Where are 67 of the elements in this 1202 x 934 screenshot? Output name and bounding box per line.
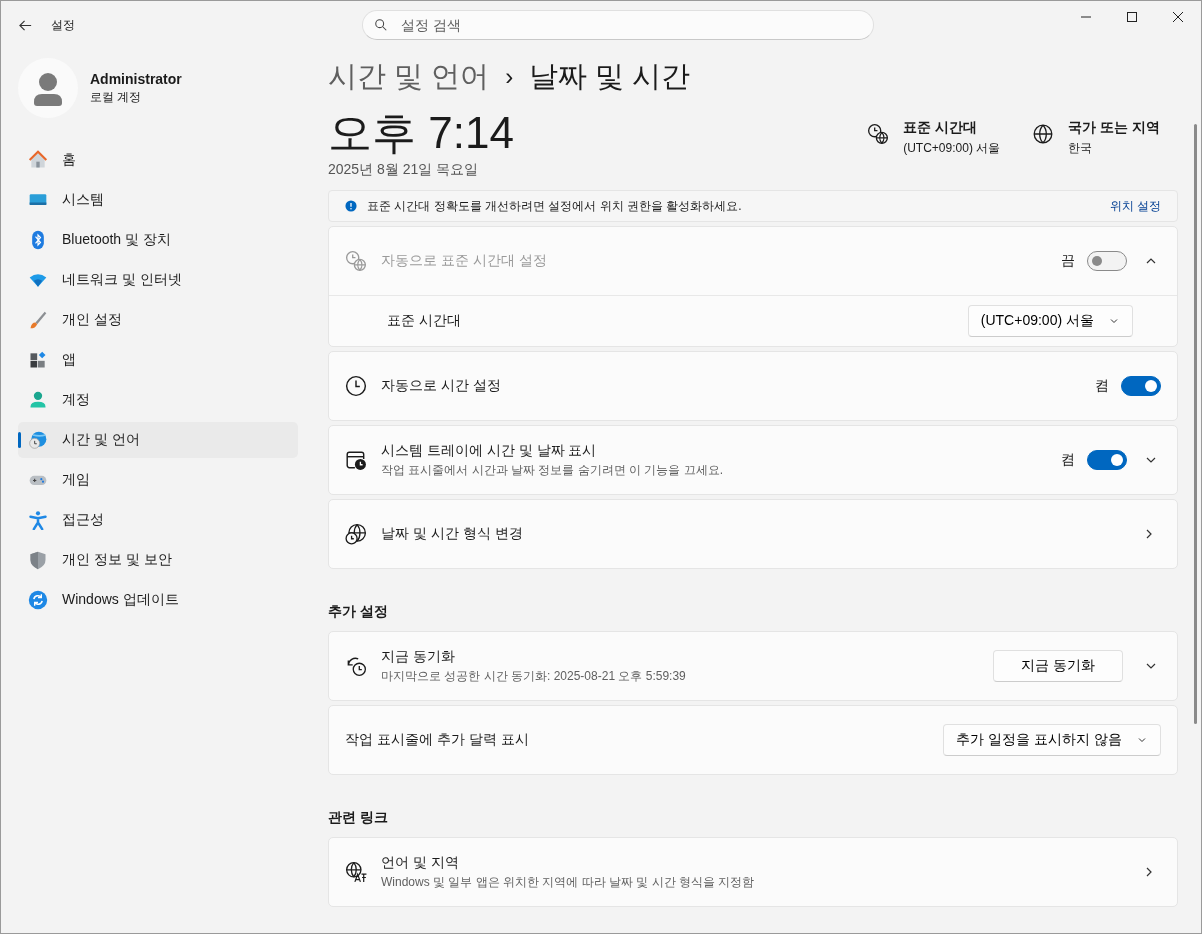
- clock-globe-icon: [867, 123, 890, 145]
- account-type: 로컬 계정: [90, 88, 143, 106]
- update-icon: [28, 590, 48, 610]
- toggle-state-label: 끔: [1061, 252, 1075, 270]
- info-title: 표준 시간대: [903, 119, 979, 137]
- toggle-switch[interactable]: [1121, 376, 1161, 396]
- search-field[interactable]: 설정 검색: [362, 10, 874, 40]
- setting-description: Windows 및 일부 앱은 위치한 지역에 따라 날짜 및 시간 형식을 지정함: [381, 873, 756, 891]
- language-icon: [345, 861, 367, 883]
- breadcrumb-link[interactable]: 시간 및 언어: [328, 57, 490, 97]
- info-value: (UTC+09:00) 서울: [903, 140, 1001, 157]
- current-time: 오후 7:14: [328, 107, 514, 159]
- window-title: 설정: [51, 16, 75, 34]
- section-heading: 관련 링크: [328, 809, 389, 827]
- nav-item[interactable]: 개인 정보 및 보안: [18, 542, 298, 578]
- setting-title: 자동으로 시간 설정: [381, 377, 502, 395]
- globe-clock-icon: [28, 430, 48, 450]
- nav-item[interactable]: 게임: [18, 462, 298, 498]
- breadcrumb-separator: ›: [505, 63, 514, 91]
- sync-clock-icon: [345, 655, 367, 677]
- house-icon: [28, 150, 48, 170]
- setting-title: 표준 시간대: [387, 312, 461, 330]
- nav-item[interactable]: 계정: [18, 382, 298, 418]
- sync-button[interactable]: 지금 동기화: [993, 650, 1123, 682]
- toggle-state-label: 켬: [1061, 451, 1075, 469]
- info-title: 국가 또는 지역: [1068, 119, 1160, 137]
- toggle-switch[interactable]: [1087, 450, 1127, 470]
- clock-icon: [345, 375, 367, 397]
- setting-title: 자동으로 표준 시간대 설정: [381, 252, 548, 270]
- setting-title: 날짜 및 시간 형식 변경: [381, 525, 524, 543]
- info-value: 한국: [1068, 140, 1094, 157]
- section-heading: 추가 설정: [328, 603, 389, 621]
- nav-item[interactable]: 시간 및 언어: [18, 422, 298, 458]
- setting-title: 작업 표시줄에 추가 달력 표시: [345, 731, 530, 749]
- nav-item[interactable]: Windows 업데이트: [18, 582, 298, 618]
- avatar: [18, 58, 78, 118]
- user-name: Administrator: [90, 70, 182, 87]
- scrollbar[interactable]: [1194, 124, 1197, 724]
- nav-item[interactable]: 홈: [18, 142, 298, 178]
- setting-description: 작업 표시줄에서 시간과 날짜 정보를 숨기려면 이 기능을 끄세요.: [381, 461, 724, 479]
- setting-description: 마지막으로 성공한 시간 동기화: 2025-08-21 오후 5:59:39: [381, 667, 687, 685]
- nav-item[interactable]: 시스템: [18, 182, 298, 218]
- dropdown[interactable]: 추가 일정을 표시하지 않음: [943, 724, 1161, 756]
- nav-item[interactable]: 개인 설정: [18, 302, 298, 338]
- nav-item[interactable]: Bluetooth 및 장치: [18, 222, 298, 258]
- location-settings-link[interactable]: 위치 설정: [1109, 197, 1161, 215]
- person-icon: [28, 390, 48, 410]
- shield-icon: [28, 550, 48, 570]
- globe-clock-icon: [345, 523, 367, 545]
- globe-icon: [1032, 123, 1055, 145]
- nav-item[interactable]: 앱: [18, 342, 298, 378]
- apps-icon: [28, 350, 48, 370]
- search-icon: [374, 18, 388, 32]
- brush-icon: [28, 310, 48, 330]
- accessibility-icon: [28, 510, 48, 530]
- clock-globe-icon: [345, 250, 367, 272]
- nav-item[interactable]: 접근성: [18, 502, 298, 538]
- info-icon: [345, 200, 357, 212]
- page-title: 날짜 및 시간: [529, 59, 691, 94]
- toggle-state-label: 켬: [1095, 377, 1109, 395]
- nav-item[interactable]: 네트워크 및 인터넷: [18, 262, 298, 298]
- current-date: 2025년 8월 21일 목요일: [328, 161, 480, 179]
- setting-title: 언어 및 지역: [381, 853, 460, 872]
- setting-title: 지금 동기화: [381, 647, 456, 666]
- banner-text: 표준 시간대 정확도를 개선하려면 설정에서 위치 권한을 활성화하세요.: [367, 197, 743, 215]
- setting-title: 시스템 트레이에 시간 및 날짜 표시: [381, 441, 598, 460]
- calendar-clock-icon: [345, 449, 367, 471]
